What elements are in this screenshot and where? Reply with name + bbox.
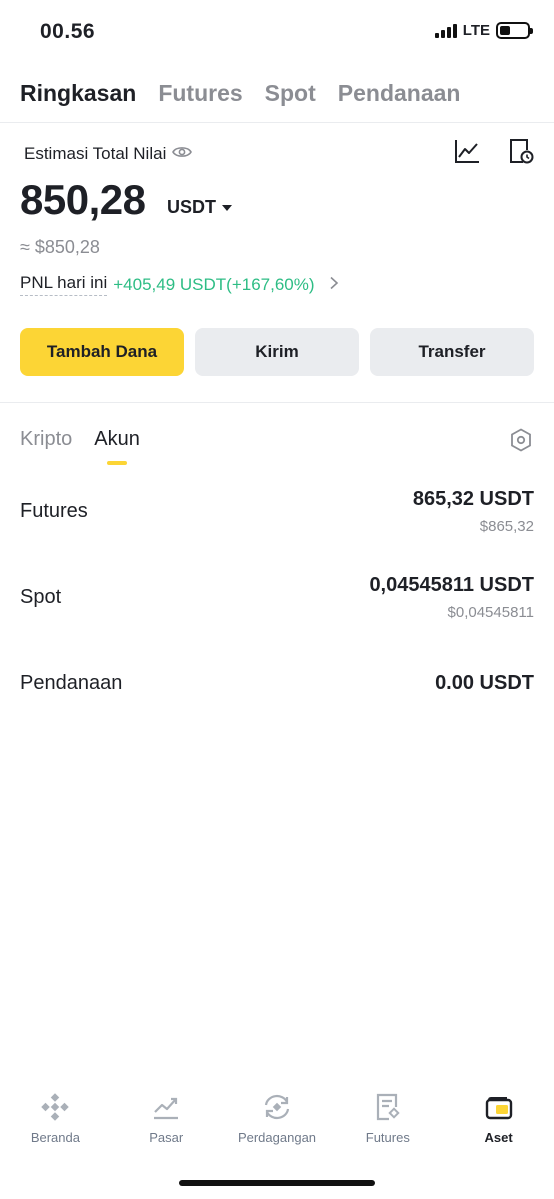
wallet-icon: [485, 1092, 513, 1122]
tab-pendanaan[interactable]: Pendanaan: [338, 80, 461, 107]
nav-beranda[interactable]: Beranda: [0, 1092, 111, 1162]
account-usd-value: $0,04545811: [447, 604, 534, 621]
nav-label: Futures: [365, 1130, 410, 1145]
market-chart-icon: [152, 1092, 180, 1122]
caret-down-icon: [222, 204, 232, 211]
total-value: 850,28: [20, 176, 146, 223]
binance-logo-icon: [41, 1092, 70, 1122]
network-label: LTE: [462, 22, 490, 39]
pnl-label: PNL hari ini: [20, 273, 108, 296]
tab-akun[interactable]: Akun: [94, 428, 140, 451]
unit-selector[interactable]: USDT: [167, 197, 232, 218]
signal-icon: [434, 23, 457, 38]
send-button[interactable]: Kirim: [195, 328, 359, 376]
trade-swap-icon: [262, 1092, 292, 1122]
account-value: 0.00 USDT: [435, 672, 534, 694]
pnl-value: +405,49 USDT(+167,60%): [113, 274, 315, 294]
chevron-right-icon: [329, 274, 339, 295]
battery-icon: [496, 22, 533, 39]
nav-label: Beranda: [30, 1130, 80, 1145]
eye-icon[interactable]: [172, 144, 193, 164]
nav-label: Pasar: [149, 1130, 184, 1145]
wallet-tabs: Ringkasan Futures Spot Pendanaan: [20, 80, 461, 107]
analysis-chart-icon[interactable]: [454, 138, 480, 164]
tab-kripto[interactable]: Kripto: [20, 428, 72, 451]
action-buttons: Tambah Dana Kirim Transfer: [20, 328, 534, 376]
account-value: 0,04545811 USDT: [369, 574, 534, 596]
divider: [0, 402, 554, 403]
estimate-label: Estimasi Total Nilai: [24, 144, 167, 163]
pnl-row[interactable]: PNL hari ini +405,49 USDT(+167,60%): [20, 273, 339, 296]
status-bar: 00.56 LTE: [0, 0, 554, 66]
nav-aset[interactable]: Aset: [443, 1092, 554, 1162]
nav-pasar[interactable]: Pasar: [111, 1092, 222, 1162]
account-name: Futures: [20, 500, 88, 522]
nav-label: Aset: [484, 1130, 513, 1145]
hexagon-settings-icon[interactable]: [510, 428, 532, 457]
unit-label: USDT: [167, 197, 216, 217]
account-usd-value: $865,32: [479, 518, 534, 535]
tab-futures[interactable]: Futures: [158, 80, 242, 107]
nav-futures[interactable]: Futures: [332, 1092, 443, 1162]
estimate-label-row: Estimasi Total Nilai: [24, 144, 193, 164]
status-indicators: LTE: [434, 22, 533, 39]
history-icon[interactable]: [508, 138, 534, 164]
usd-approx-value: ≈ $850,28: [20, 237, 100, 257]
transfer-button[interactable]: Transfer: [370, 328, 534, 376]
tab-ringkasan[interactable]: Ringkasan: [20, 80, 136, 107]
account-tabs: Kripto Akun: [20, 428, 140, 451]
tab-spot[interactable]: Spot: [265, 80, 316, 107]
futures-doc-icon: [375, 1092, 401, 1122]
bottom-nav: Beranda Pasar Perdagangan Futures Aset: [0, 1092, 554, 1162]
account-name: Spot: [20, 586, 62, 608]
home-indicator: [179, 1180, 375, 1186]
header-icons: [454, 138, 534, 164]
nav-label: Perdagangan: [237, 1130, 317, 1145]
nav-perdagangan[interactable]: Perdagangan: [222, 1092, 333, 1162]
status-time: 00.56: [40, 20, 96, 43]
divider: [0, 122, 554, 123]
deposit-button[interactable]: Tambah Dana: [20, 328, 184, 376]
account-value: 865,32 USDT: [412, 488, 534, 510]
account-name: Pendanaan: [20, 672, 123, 694]
